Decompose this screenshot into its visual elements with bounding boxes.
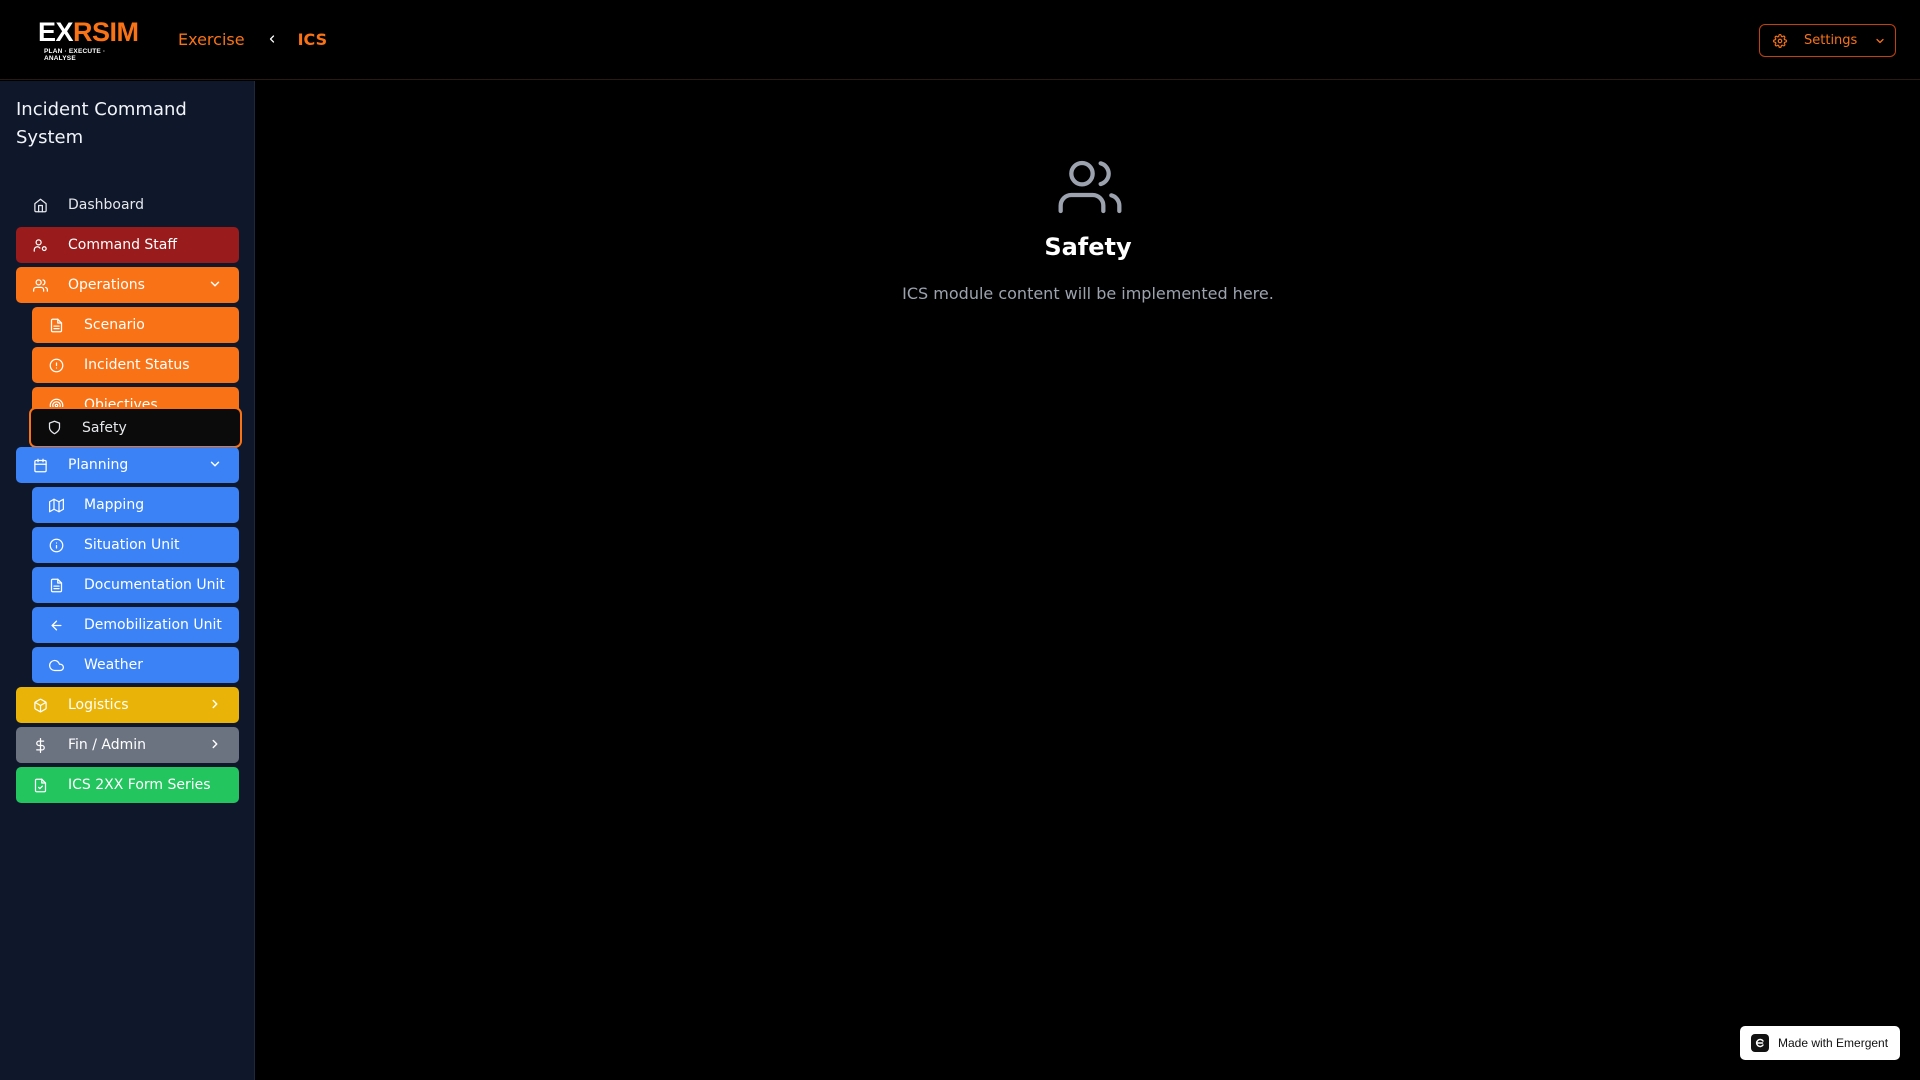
- file-icon: [32, 777, 48, 793]
- sidebar-item-demobilization-unit[interactable]: Demobilization Unit: [32, 607, 239, 643]
- alert-circle-icon: [48, 357, 64, 373]
- sidebar-item-operations[interactable]: Operations: [16, 267, 239, 303]
- home-icon: [32, 197, 48, 213]
- map-icon: [48, 497, 64, 513]
- sidebar-item-mapping[interactable]: Mapping: [32, 487, 239, 523]
- sidebar-item-label: Logistics: [68, 697, 129, 713]
- sidebar-item-label: Planning: [68, 457, 129, 473]
- users-icon: [1058, 155, 1122, 219]
- sidebar-item-label: Situation Unit: [84, 537, 180, 553]
- logo-tagline: PLAN · EXECUTE · ANALYSE: [44, 48, 106, 62]
- users-icon: [32, 277, 48, 293]
- file-text-icon: [48, 577, 64, 593]
- breadcrumb-exercise-link[interactable]: Exercise: [178, 30, 245, 49]
- sidebar-item-fin-admin[interactable]: Fin / Admin: [16, 727, 239, 763]
- sidebar-item-label: Demobilization Unit: [84, 617, 222, 633]
- badge-label: Made with Emergent: [1778, 1036, 1889, 1050]
- cloud-icon: [48, 657, 64, 673]
- sidebar-item-label: Fin / Admin: [68, 737, 147, 753]
- sidebar-item-situation-unit[interactable]: Situation Unit: [32, 527, 239, 563]
- made-with-emergent-badge[interactable]: Made with Emergent: [1740, 1026, 1900, 1060]
- logo-wordmark: EXRSIM: [38, 17, 139, 47]
- breadcrumb: Exercise ICS: [178, 27, 327, 51]
- sidebar-item-incident-status[interactable]: Incident Status: [32, 347, 239, 383]
- settings-dropdown-button[interactable]: Settings: [1759, 24, 1896, 57]
- settings-label: Settings: [1804, 33, 1858, 48]
- sidebar-title: Incident Command System: [16, 99, 187, 148]
- page-description: ICS module content will be implemented h…: [902, 284, 1274, 303]
- sidebar-item-label: Incident Status: [84, 357, 190, 373]
- sidebar-item-ics-forms[interactable]: ICS 2XX Form Series: [16, 767, 239, 803]
- info-icon: [48, 537, 64, 553]
- sidebar-item-scenario[interactable]: Scenario: [32, 307, 239, 343]
- sidebar-item-label: Safety: [82, 419, 127, 436]
- page-title: Safety: [1044, 233, 1132, 261]
- user-cog-icon: [32, 237, 48, 253]
- breadcrumb-current: ICS: [297, 29, 328, 49]
- sidebar-item-safety[interactable]: Safety: [29, 407, 242, 448]
- sidebar-item-documentation-unit[interactable]: Documentation Unit: [32, 567, 239, 603]
- sidebar-item-label: Dashboard: [68, 197, 144, 213]
- sidebar-item-planning[interactable]: Planning: [16, 447, 239, 483]
- top-header: EXRSIM PLAN · EXECUTE · ANALYSE Exercise…: [0, 0, 1920, 80]
- sidebar: Incident Command System Dashboard Comman…: [0, 81, 255, 1080]
- sidebar-item-dashboard[interactable]: Dashboard: [16, 187, 239, 223]
- calendar-icon: [32, 457, 48, 473]
- exrsim-logo[interactable]: EXRSIM PLAN · EXECUTE · ANALYSE: [38, 17, 139, 62]
- chevron-down-icon: [208, 277, 222, 291]
- chevron-down-icon: [1874, 35, 1886, 47]
- main-content: Safety ICS module content will be implem…: [256, 81, 1920, 1080]
- dollar-icon: [32, 737, 48, 753]
- chevron-right-icon: [208, 697, 222, 711]
- file-text-icon: [48, 317, 64, 333]
- chevron-left-icon[interactable]: [266, 33, 278, 45]
- chevron-right-icon: [208, 737, 222, 751]
- sidebar-item-label: Mapping: [84, 497, 145, 513]
- arrow-left-icon: [48, 617, 64, 633]
- sidebar-item-logistics[interactable]: Logistics: [16, 687, 239, 723]
- chevron-down-icon: [208, 457, 222, 471]
- shield-icon: [46, 420, 62, 436]
- emergent-logo-icon: [1751, 1034, 1769, 1052]
- sidebar-item-label: Command Staff: [68, 237, 178, 253]
- sidebar-item-command-staff[interactable]: Command Staff: [16, 227, 239, 263]
- package-icon: [32, 697, 48, 713]
- sidebar-item-label: Documentation Unit: [84, 577, 225, 593]
- gear-icon: [1773, 33, 1787, 48]
- sidebar-item-label: Weather: [84, 657, 143, 673]
- sidebar-item-label: Scenario: [84, 317, 145, 333]
- sidebar-item-label: ICS 2XX Form Series: [68, 777, 211, 793]
- sidebar-item-weather[interactable]: Weather: [32, 647, 239, 683]
- sidebar-item-label: Operations: [68, 277, 145, 293]
